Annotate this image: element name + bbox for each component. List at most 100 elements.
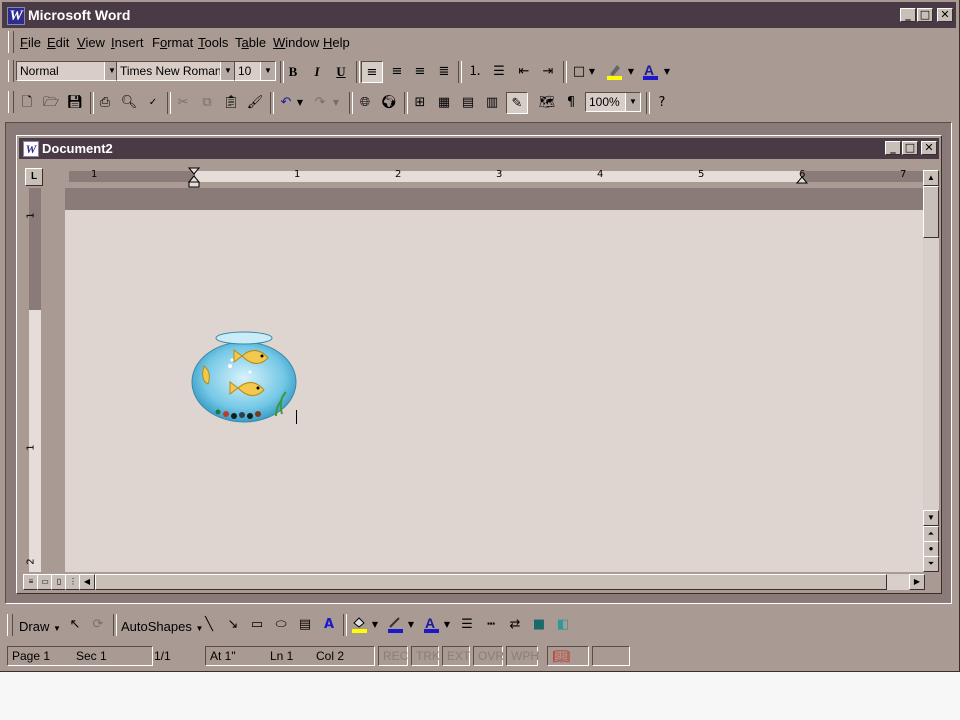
previous-page-button[interactable]: ⏶ (923, 526, 939, 542)
increase-indent-button[interactable]: ⇥ (537, 61, 559, 83)
status-ovr[interactable]: OVR (473, 646, 504, 666)
minimize-button[interactable]: _ (900, 8, 916, 22)
font-size-select[interactable]: 10 ▼ (234, 61, 276, 81)
underline-button[interactable]: U (330, 61, 352, 83)
wordart-button[interactable]: A (318, 614, 340, 636)
status-ext[interactable]: EXT (442, 646, 470, 666)
redo-dropdown[interactable]: ▼ (331, 92, 341, 114)
arrow-button[interactable]: ↘ (222, 614, 244, 636)
print-button[interactable]: ⎙ (94, 92, 116, 114)
style-select[interactable]: Normal ▼ (16, 61, 120, 81)
standard-toolbar-grip[interactable] (8, 91, 14, 113)
office-assistant-button[interactable]: ? (651, 92, 673, 114)
status-page-section[interactable]: Page 1 Sec 1 1/1 (7, 646, 171, 666)
text-box-button[interactable]: ▤ (294, 614, 316, 636)
select-browse-object-button[interactable]: ● (923, 541, 939, 557)
fill-color-dropdown[interactable]: ▼ (370, 614, 380, 636)
insert-excel-button[interactable]: ▤ (457, 92, 479, 114)
scroll-down-button[interactable]: ▼ (923, 510, 939, 526)
next-page-button[interactable]: ⏷ (923, 556, 939, 572)
rectangle-button[interactable]: ▭ (246, 614, 268, 636)
select-objects-button[interactable]: ↖ (64, 614, 86, 636)
draw-font-color-dropdown[interactable]: ▼ (442, 614, 452, 636)
print-preview-button[interactable]: 🔍︎ (118, 92, 140, 114)
word-app-icon[interactable]: W (7, 7, 25, 25)
doc-minimize-button[interactable]: _ (885, 141, 901, 155)
menu-insert[interactable]: Insert (111, 35, 144, 50)
fill-color-button[interactable] (348, 614, 370, 636)
right-indent-marker-icon[interactable] (795, 175, 809, 185)
scroll-up-button[interactable]: ▲ (923, 170, 939, 186)
paste-button[interactable]: 📋︎ (220, 92, 242, 114)
status-rec[interactable]: REC (378, 646, 408, 666)
tab-selector[interactable]: L (25, 168, 43, 186)
document-icon[interactable]: W (23, 141, 39, 157)
app-title-bar[interactable]: W Microsoft Word _ □ ✕ (2, 2, 956, 28)
shadow-button[interactable]: ■ (528, 614, 550, 636)
document-title-bar[interactable]: W Document2 _ □ ✕ (19, 138, 939, 159)
insert-hyperlink-button[interactable]: 🌐︎ (354, 92, 376, 114)
menu-tools[interactable]: Tools (198, 35, 228, 50)
menu-window[interactable]: Window (273, 35, 319, 50)
indent-marker-icon[interactable] (187, 167, 201, 189)
doc-close-button[interactable]: ✕ (921, 141, 937, 155)
save-button[interactable]: 💾︎ (64, 92, 86, 114)
oval-button[interactable]: ⬭ (270, 614, 292, 636)
cut-button[interactable]: ✂ (172, 92, 194, 114)
draw-menu-button[interactable]: Draw ▼ (19, 619, 61, 634)
horizontal-scroll-thumb[interactable] (95, 574, 887, 590)
3d-button[interactable]: ◧ (552, 614, 574, 636)
line-button[interactable]: ╲ (198, 614, 220, 636)
highlight-dropdown[interactable]: ▼ (626, 61, 636, 83)
align-right-button[interactable]: ≡ (409, 61, 431, 83)
document-map-button[interactable]: 🗺︎ (536, 92, 558, 114)
menu-view[interactable]: View (77, 35, 105, 50)
scroll-right-button[interactable]: ▶ (909, 574, 925, 590)
menu-format[interactable]: Format (152, 35, 193, 50)
format-painter-button[interactable]: 🖌︎ (244, 92, 266, 114)
menu-file[interactable]: File (20, 35, 41, 50)
status-spelling-section[interactable]: 📖︎ (547, 646, 589, 666)
undo-button[interactable]: ↶ (275, 92, 297, 114)
free-rotate-button[interactable]: ⟳ (87, 614, 109, 636)
columns-button[interactable]: ▥ (481, 92, 503, 114)
zoom-select[interactable]: 100% ▼ (585, 92, 641, 112)
font-color-button[interactable]: A (639, 61, 661, 83)
highlight-button[interactable] (603, 61, 625, 83)
document-page[interactable] (65, 210, 923, 572)
spelling-button[interactable]: ✓ (142, 92, 164, 114)
line-color-button[interactable] (384, 614, 406, 636)
bullets-button[interactable]: ☰ (488, 61, 510, 83)
chevron-down-icon[interactable]: ▼ (220, 62, 235, 80)
align-left-button[interactable]: ≡ (361, 61, 383, 83)
dash-style-button[interactable]: ┅ (480, 614, 502, 636)
vertical-ruler[interactable]: 1 1 2 (23, 188, 45, 572)
bold-button[interactable]: B (282, 61, 304, 83)
draw-font-color-button[interactable]: A (420, 614, 442, 636)
drawing-button[interactable]: ✎ (506, 92, 528, 114)
insert-table-button[interactable]: ▦ (433, 92, 455, 114)
maximize-button[interactable]: □ (917, 8, 933, 22)
horizontal-ruler[interactable]: L 1 1 2 3 4 5 6 7 (19, 163, 939, 189)
horizontal-scrollbar[interactable]: ≡ ▭ ▯ ⋮ ◀ ▶ (23, 574, 925, 590)
status-position-section[interactable]: At 1" Ln 1 Col 2 (205, 646, 375, 666)
web-toolbar-button[interactable]: 🌍︎ (378, 92, 400, 114)
font-select[interactable]: Times New Roman ▼ (116, 61, 236, 81)
status-trk[interactable]: TRK (411, 646, 440, 666)
line-style-button[interactable]: ☰ (456, 614, 478, 636)
copy-button[interactable]: ⧉ (196, 92, 218, 114)
numbering-button[interactable]: ⒈ (464, 61, 486, 83)
menu-help[interactable]: Help (323, 35, 350, 50)
autoshapes-menu-button[interactable]: AutoShapes ▼ (121, 619, 203, 634)
italic-button[interactable]: I (306, 61, 328, 83)
status-wph[interactable]: WPH (506, 646, 539, 666)
arrow-style-button[interactable]: ⇄ (504, 614, 526, 636)
menubar-grip[interactable] (8, 31, 14, 53)
drawing-toolbar-grip[interactable] (7, 614, 13, 636)
open-button[interactable]: 🗁 (40, 92, 62, 114)
decrease-indent-button[interactable]: ⇤ (513, 61, 535, 83)
redo-button[interactable]: ↷ (309, 92, 331, 114)
vertical-scroll-thumb[interactable] (923, 186, 939, 238)
menu-edit[interactable]: Edit (47, 35, 69, 50)
chevron-down-icon[interactable]: ▼ (260, 62, 275, 80)
